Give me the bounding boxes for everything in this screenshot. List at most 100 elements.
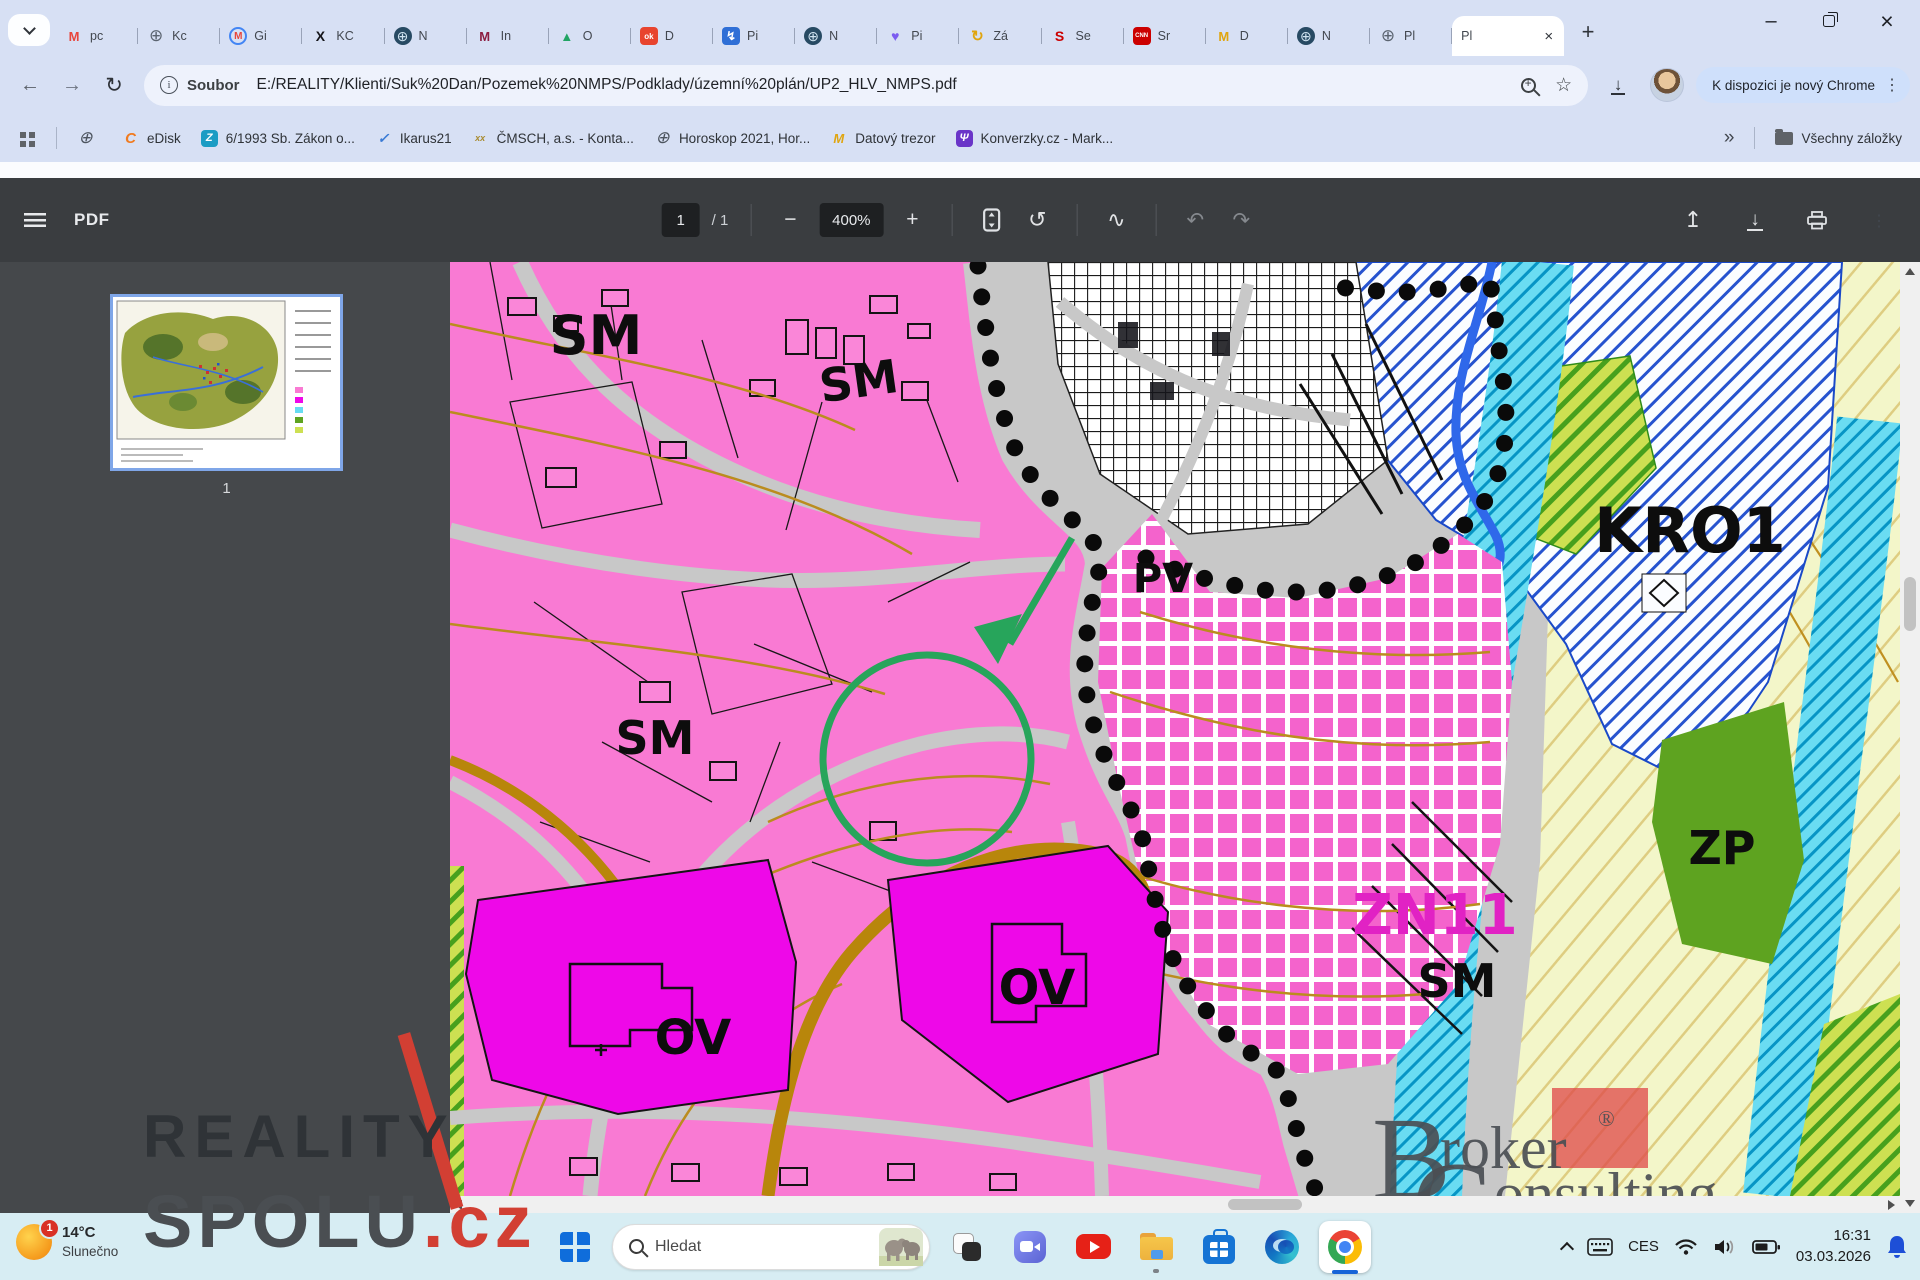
tab[interactable]: D xyxy=(1206,16,1288,56)
google-mail-icon xyxy=(229,27,247,45)
bookmark-item[interactable]: ČMSCH, a.s. - Konta... xyxy=(472,130,634,147)
bell-icon xyxy=(1886,1235,1908,1259)
tab[interactable]: D xyxy=(631,16,713,56)
keyboard-button[interactable] xyxy=(1587,1238,1613,1256)
bookmark-item[interactable]: Ikarus21 xyxy=(375,130,452,147)
tray-chevron-up-icon[interactable] xyxy=(1560,1242,1574,1256)
new-tab-button[interactable] xyxy=(1572,16,1604,48)
joomla-icon xyxy=(311,27,329,45)
zoom-out-button[interactable] xyxy=(773,203,807,237)
tab[interactable]: Kc xyxy=(138,16,220,56)
youtube-button[interactable] xyxy=(1067,1219,1119,1275)
running-indicator xyxy=(1153,1269,1159,1273)
scroll-down-icon[interactable] xyxy=(1905,1200,1915,1207)
pdf-viewport[interactable]: SM SM SM PV KRO1 ZN11 SM ZP OV OV B roke… xyxy=(450,262,1900,1213)
vertical-scroll-thumb[interactable] xyxy=(1904,577,1916,631)
file-explorer-button[interactable] xyxy=(1130,1219,1182,1275)
zoom-in-button[interactable] xyxy=(895,203,929,237)
page-thumbnail[interactable] xyxy=(110,294,343,471)
bookmark-item[interactable]: Horoskop 2021, Hor... xyxy=(654,130,810,147)
drive-upload-button[interactable] xyxy=(1676,203,1710,237)
language-switcher[interactable]: CES xyxy=(1628,1238,1659,1255)
tab[interactable]: Sr xyxy=(1124,16,1206,56)
more-menu-icon[interactable] xyxy=(1884,75,1900,95)
bookmark-star-icon[interactable] xyxy=(1555,74,1572,97)
tab[interactable]: Pi xyxy=(877,16,959,56)
close-button[interactable] xyxy=(1858,0,1916,42)
vertical-scrollbar[interactable] xyxy=(1900,262,1920,1213)
bookmark-item[interactable]: 6/1993 Sb. Zákon o... xyxy=(201,130,355,147)
search-highlight-image[interactable] xyxy=(879,1228,923,1266)
minimize-button[interactable] xyxy=(1742,0,1800,42)
tab[interactable]: Zá xyxy=(959,16,1041,56)
zone-label-zp: ZP xyxy=(1688,821,1755,875)
bookmark-item[interactable]: Datový trezor xyxy=(830,130,935,147)
tab[interactable]: In xyxy=(467,16,549,56)
tray-time: 16:31 xyxy=(1796,1226,1871,1246)
tab[interactable]: N xyxy=(795,16,877,56)
tab[interactable]: Gi xyxy=(220,16,302,56)
zoom-level[interactable]: 400% xyxy=(819,203,883,237)
volume-button[interactable] xyxy=(1713,1238,1737,1256)
tab[interactable]: Pi xyxy=(713,16,795,56)
tab[interactable]: pc xyxy=(56,16,138,56)
profile-avatar[interactable] xyxy=(1650,68,1684,102)
scroll-left-icon[interactable] xyxy=(455,1200,462,1210)
horizontal-scroll-thumb[interactable] xyxy=(1228,1199,1302,1210)
bookmark-item[interactable]: Konverzky.cz - Mark... xyxy=(956,130,1114,147)
downloads-button[interactable] xyxy=(1598,65,1638,105)
chrome-update-button[interactable]: K dispozici je nový Chrome xyxy=(1696,67,1910,103)
edge-button[interactable] xyxy=(1256,1219,1308,1275)
info-icon[interactable] xyxy=(160,76,178,94)
battery-button[interactable] xyxy=(1752,1239,1781,1255)
tab[interactable]: O xyxy=(549,16,631,56)
rotate-button[interactable] xyxy=(1020,203,1054,237)
weather-widget[interactable]: 1 14°C Slunečno xyxy=(16,1223,118,1260)
zoom-icon[interactable] xyxy=(1521,78,1536,93)
bookmark-item[interactable]: eDisk xyxy=(122,130,181,147)
download-pdf-button[interactable] xyxy=(1738,203,1772,237)
file-chip[interactable]: Soubor xyxy=(187,77,240,94)
undo-button[interactable] xyxy=(1178,203,1212,237)
tab[interactable]: Se xyxy=(1042,16,1124,56)
menu-icon[interactable] xyxy=(24,213,46,227)
tab[interactable]: Pl xyxy=(1370,16,1452,56)
start-button[interactable] xyxy=(549,1219,601,1275)
address-bar[interactable]: Soubor E:/REALITY/Klienti/Suk%20Dan/Poze… xyxy=(144,65,1588,106)
horizontal-scrollbar[interactable] xyxy=(450,1196,1900,1213)
taskbar-search[interactable]: Hledat xyxy=(612,1224,930,1270)
apps-grid-icon[interactable] xyxy=(20,132,26,138)
close-tab-icon[interactable]: × xyxy=(1542,28,1555,45)
forward-button[interactable] xyxy=(52,65,92,105)
wifi-button[interactable] xyxy=(1674,1238,1698,1256)
fit-page-button[interactable] xyxy=(974,203,1008,237)
reload-button[interactable] xyxy=(94,65,134,105)
all-bookmarks-button[interactable]: Všechny záložky xyxy=(1775,131,1902,146)
bookmarks-overflow-icon[interactable] xyxy=(1724,127,1735,149)
tab[interactable]: N xyxy=(1288,16,1370,56)
maximize-button[interactable] xyxy=(1800,0,1858,42)
scroll-right-icon[interactable] xyxy=(1888,1200,1895,1210)
page-number-input[interactable]: 1 xyxy=(662,203,700,237)
tab[interactable]: KC xyxy=(302,16,384,56)
reload-icon xyxy=(105,73,123,98)
microsoft-store-button[interactable] xyxy=(1193,1219,1245,1275)
tab[interactable]: N xyxy=(385,16,467,56)
active-tab[interactable]: Pl× xyxy=(1452,16,1564,56)
tab-search-button[interactable] xyxy=(8,14,50,46)
back-button[interactable] xyxy=(10,65,50,105)
redo-button[interactable] xyxy=(1224,203,1258,237)
notifications-button[interactable] xyxy=(1886,1235,1908,1259)
scroll-up-icon[interactable] xyxy=(1905,268,1915,275)
fit-page-icon xyxy=(982,208,1000,232)
chat-button[interactable] xyxy=(1004,1219,1056,1275)
bookmark-item[interactable] xyxy=(77,130,102,147)
url-text: E:/REALITY/Klienti/Suk%20Dan/Pozemek%20N… xyxy=(257,76,1513,94)
annotate-button[interactable] xyxy=(1099,203,1133,237)
clock[interactable]: 16:31 03.03.2026 xyxy=(1796,1226,1871,1267)
chrome-button[interactable] xyxy=(1319,1219,1371,1275)
more-options-button[interactable] xyxy=(1862,203,1896,237)
keyboard-icon xyxy=(1587,1238,1613,1256)
task-view-button[interactable] xyxy=(941,1219,993,1275)
print-button[interactable] xyxy=(1800,203,1834,237)
